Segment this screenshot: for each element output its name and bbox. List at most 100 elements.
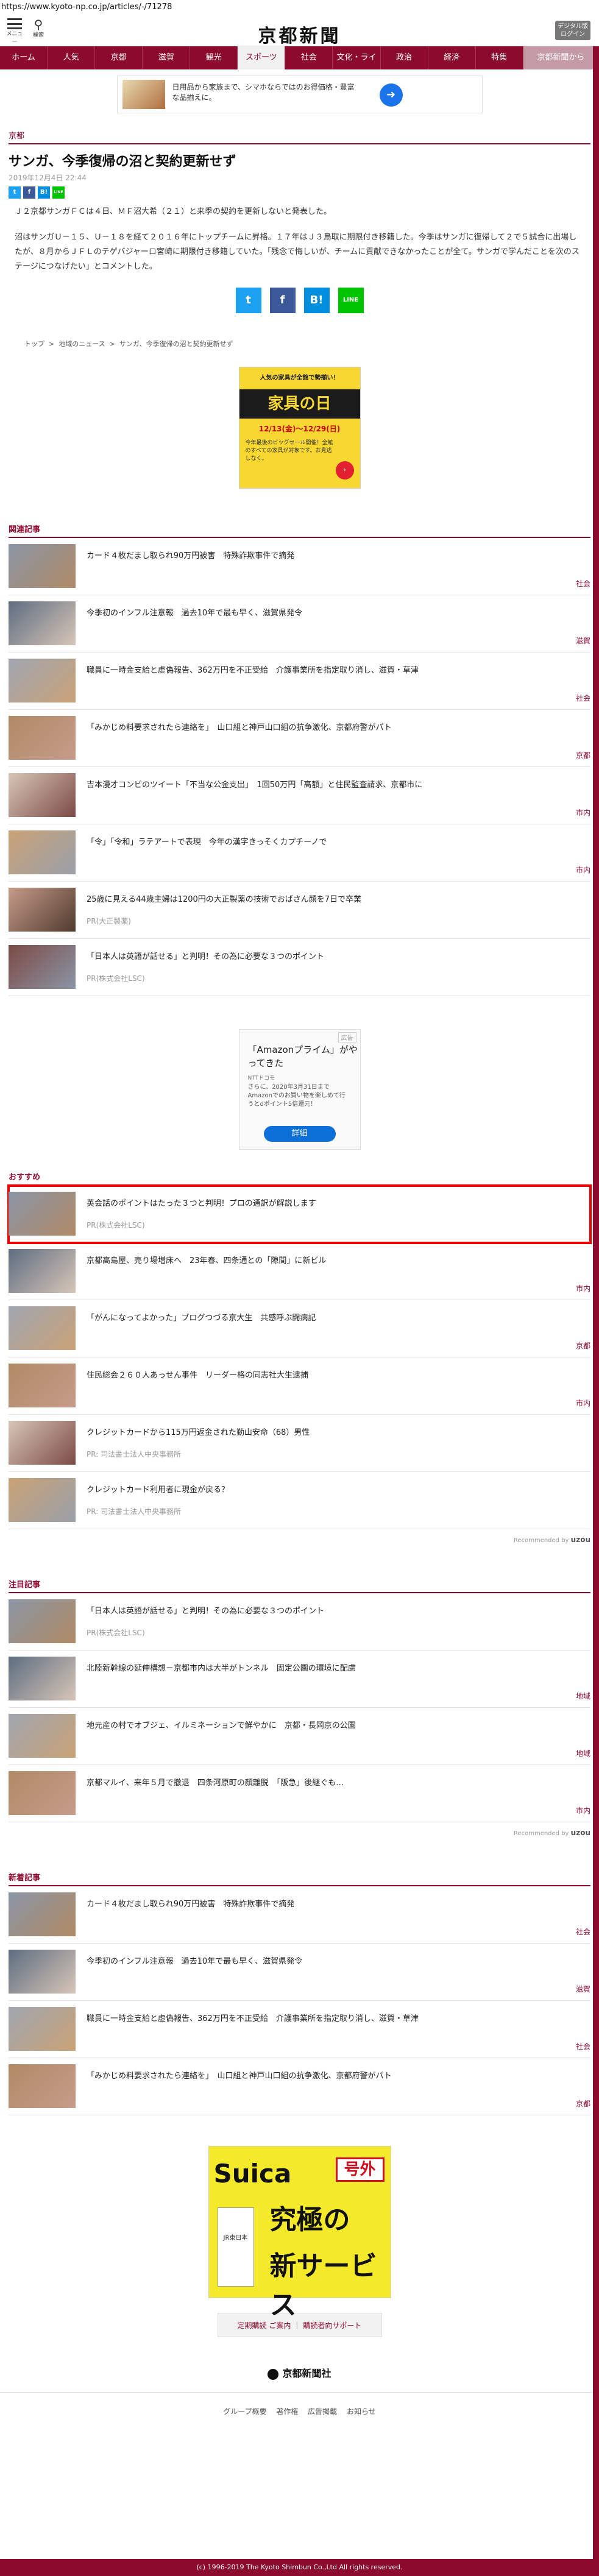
- list-item-category[interactable]: 京都: [576, 1340, 590, 1351]
- list-item-category[interactable]: 滋賀: [576, 635, 590, 646]
- list-item-title[interactable]: 職員に一時金支給と虚偽報告、362万円を不正受給 介護事業所を指定取り消し、滋賀…: [87, 2012, 584, 2023]
- thumbnail-image[interactable]: [9, 1306, 76, 1350]
- list-item-category[interactable]: 社会: [576, 2041, 590, 2051]
- thumbnail-image[interactable]: [9, 1714, 76, 1758]
- thumbnail-image[interactable]: [9, 1771, 76, 1815]
- list-item[interactable]: クレジットカード利用者に現金が戻る？ PR: 司法書士法人中央事務所: [9, 1472, 590, 1529]
- list-item-title[interactable]: 「がんになってよかった」ブログつづる京大生 共感呼ぶ闘病記: [87, 1311, 584, 1323]
- thumbnail-image[interactable]: [9, 1192, 76, 1236]
- list-item[interactable]: 「令」「令和」ラテアートで表現 今年の漢字きっそくカプチーノで市内: [9, 824, 590, 882]
- amazon-ad[interactable]: 広告 「Amazonプライム」がやってきた NTTドコモ さらに、2020年3月…: [238, 1029, 361, 1150]
- list-item[interactable]: 吉本漫才コンビのツイート「不当な公金支出」 1回50万円「高額」と住民監査請求、…: [9, 767, 590, 824]
- list-item-category[interactable]: 滋賀: [576, 1984, 590, 1994]
- list-item[interactable]: カード４枚だまし取られ90万円被害 特殊詐欺事件で摘発社会: [9, 538, 590, 595]
- list-item-category[interactable]: 市内: [576, 807, 590, 818]
- facebook-share-icon[interactable]: f: [269, 288, 296, 313]
- list-item-title[interactable]: 北陸新幹線の延伸構想－京都市内は大半がトンネル 固定公園の環境に配慮: [87, 1661, 584, 1673]
- list-item-category[interactable]: 市内: [576, 1805, 590, 1816]
- sale-ad[interactable]: 人気の家具が全館で勢揃い！ 家具の日 12/13(金)〜12/29(日) 今年最…: [238, 367, 361, 489]
- thumbnail-image[interactable]: [9, 1892, 76, 1936]
- list-item[interactable]: 25歳に見える44歳主婦は1200円の大正製薬の技術でおばさん顔を7日で卒業 PR…: [9, 882, 590, 939]
- line-share-icon[interactable]: LINE: [338, 288, 364, 313]
- list-item-category[interactable]: 社会: [576, 1927, 590, 1937]
- twitter-share-icon[interactable]: t: [235, 288, 261, 313]
- line-share-icon[interactable]: LINE: [52, 186, 65, 199]
- thumbnail-image[interactable]: [9, 2007, 76, 2051]
- list-item-title[interactable]: 京都高島屋、売り場増床へ 23年春、四条通との「隙間」に新ビル: [87, 1254, 584, 1265]
- facebook-share-icon[interactable]: f: [23, 186, 35, 199]
- footer-nav-item[interactable]: 広告掲載: [308, 2407, 337, 2416]
- list-item-title[interactable]: 「日本人は英語が話せる」と判明！その為に必要な３つのポイント: [87, 950, 584, 961]
- list-item-category[interactable]: 社会: [576, 693, 590, 703]
- list-item-title[interactable]: 今季初のインフル注意報 過去10年で最も早く、滋賀県発令: [87, 606, 584, 618]
- nav-item[interactable]: 特集: [476, 46, 523, 69]
- thumbnail-image[interactable]: [9, 1249, 76, 1293]
- breadcrumb-item[interactable]: 地域のニュース: [58, 340, 105, 348]
- footer-nav-item[interactable]: 著作権: [276, 2407, 298, 2416]
- twitter-share-icon[interactable]: t: [9, 186, 21, 199]
- top-banner-ad[interactable]: 日用品から家族まで、シマホならではのお得価格・豊富な品揃えに。 ➜: [116, 76, 483, 113]
- thumbnail-image[interactable]: [9, 888, 76, 932]
- list-item-title[interactable]: カード４枚だまし取られ90万円被害 特殊詐欺事件で摘発: [87, 549, 584, 561]
- list-item[interactable]: 「日本人は英語が話せる」と判明！その為に必要な３つのポイント PR(株式会社LSC…: [9, 1593, 590, 1651]
- hatena-share-icon[interactable]: B!: [303, 288, 330, 313]
- list-item[interactable]: 職員に一時金支給と虚偽報告、362万円を不正受給 介護事業所を指定取り消し、滋賀…: [9, 2001, 590, 2058]
- list-item-category[interactable]: 市内: [576, 1283, 590, 1293]
- section-label[interactable]: 京都: [9, 129, 590, 144]
- hatena-share-icon[interactable]: B!: [38, 186, 50, 199]
- nav-item[interactable]: スポーツ: [238, 46, 286, 69]
- chevron-right-icon[interactable]: ›: [335, 461, 354, 479]
- list-item[interactable]: 住民総会２６０人あっせん事件 リーダー格の同志社大生逮捕 市内: [9, 1357, 590, 1415]
- list-item[interactable]: 今季初のインフル注意報 過去10年で最も早く、滋賀県発令滋賀: [9, 1944, 590, 2001]
- list-item[interactable]: 職員に一時金支給と虚偽報告、362万円を不正受給 介護事業所を指定取り消し、滋賀…: [9, 653, 590, 710]
- list-item-title[interactable]: 住民総会２６０人あっせん事件 リーダー格の同志社大生逮捕: [87, 1368, 584, 1380]
- list-item-category[interactable]: 社会: [576, 578, 590, 589]
- list-item[interactable]: 京都マルイ、来年５月で撤退 四条河原町の顔離脱 「阪急」後継ぐも… 市内: [9, 1765, 590, 1822]
- list-item[interactable]: 今季初のインフル注意報 過去10年で最も早く、滋賀県発令滋賀: [9, 595, 590, 653]
- thumbnail-image[interactable]: [9, 1478, 76, 1522]
- thumbnail-image[interactable]: [9, 1364, 76, 1407]
- list-item[interactable]: 「みかじめ料要求されたら連絡を」 山口組と神戸山口組の抗争激化、京都府警がパト京…: [9, 710, 590, 767]
- list-item[interactable]: カード４枚だまし取られ90万円被害 特殊詐欺事件で摘発 社会: [9, 1886, 590, 1944]
- list-item-title[interactable]: 英会話のポイントはたった３つと判明！プロの通訳が解説します: [87, 1197, 584, 1208]
- list-item[interactable]: クレジットカードから115万円返金された勤山安命（68）男性 PR: 司法書士法人…: [9, 1415, 590, 1472]
- thumbnail-image[interactable]: [9, 544, 76, 588]
- digital-login-button[interactable]: デジタル版ログイン: [555, 21, 590, 40]
- nav-item[interactable]: ホーム: [0, 46, 48, 69]
- thumbnail-image[interactable]: [9, 2064, 76, 2108]
- list-item-title[interactable]: 職員に一時金支給と虚偽報告、362万円を不正受給 介護事業所を指定取り消し、滋賀…: [87, 663, 584, 675]
- footer-nav-item[interactable]: お知らせ: [347, 2407, 376, 2416]
- thumbnail-image[interactable]: [9, 1421, 76, 1465]
- thumbnail-image[interactable]: [9, 659, 76, 702]
- nav-item[interactable]: 滋賀: [143, 46, 191, 69]
- nav-item[interactable]: 文化・ライフ: [333, 46, 381, 85]
- nav-item[interactable]: 人気: [48, 46, 96, 69]
- nav-item[interactable]: 京都新聞から: [523, 46, 599, 69]
- list-item[interactable]: 京都高島屋、売り場増床へ 23年春、四条通との「隙間」に新ビル市内: [9, 1243, 590, 1300]
- list-item-title[interactable]: クレジットカードから115万円返金された勤山安命（68）男性: [87, 1426, 584, 1437]
- list-item-title[interactable]: 25歳に見える44歳主婦は1200円の大正製薬の技術でおばさん顔を7日で卒業: [87, 893, 584, 904]
- ad-arrow-icon[interactable]: ➜: [379, 83, 403, 107]
- list-item[interactable]: 「がんになってよかった」ブログつづる京大生 共感呼ぶ闘病記京都: [9, 1300, 590, 1357]
- thumbnail-image[interactable]: [9, 1599, 76, 1643]
- featured-credit[interactable]: Recommended by uzou: [9, 1828, 590, 1837]
- list-item[interactable]: 「日本人は英語が話せる」と判明！その為に必要な３つのポイント PR(株式会社LSC…: [9, 939, 590, 996]
- address-bar[interactable]: https://www.kyoto-np.co.jp/articles/-/71…: [0, 0, 599, 15]
- list-item-title[interactable]: 今季初のインフル注意報 過去10年で最も早く、滋賀県発令: [87, 1955, 584, 1966]
- list-item-title[interactable]: 「令」「令和」ラテアートで表現 今年の漢字きっそくカプチーノで: [87, 835, 584, 847]
- nav-item[interactable]: 観光: [190, 46, 238, 69]
- thumbnail-image[interactable]: [9, 945, 76, 989]
- list-item[interactable]: 英会話のポイントはたった３つと判明！プロの通訳が解説します PR(株式会社LSC): [7, 1184, 592, 1244]
- thumbnail-image[interactable]: [9, 716, 76, 760]
- list-item-category[interactable]: 京都: [576, 750, 590, 760]
- list-item[interactable]: 地元産の村でオブジェ、イルミネーションで鮮やかに 京都・長岡京の公園 地域: [9, 1708, 590, 1765]
- thumbnail-image[interactable]: [9, 1657, 76, 1700]
- site-logo[interactable]: 京都新聞: [0, 21, 599, 48]
- list-item-title[interactable]: 「みかじめ料要求されたら連絡を」 山口組と神戸山口組の抗争激化、京都府警がパト: [87, 2069, 584, 2081]
- breadcrumb-item[interactable]: トップ: [24, 340, 44, 348]
- thumbnail-image[interactable]: [9, 601, 76, 645]
- list-item-title[interactable]: 「日本人は英語が話せる」と判明！その為に必要な３つのポイント: [87, 1604, 584, 1616]
- ad-detail-button[interactable]: 詳細: [263, 1126, 336, 1142]
- thumbnail-image[interactable]: [9, 773, 76, 817]
- list-item-category[interactable]: 市内: [576, 865, 590, 875]
